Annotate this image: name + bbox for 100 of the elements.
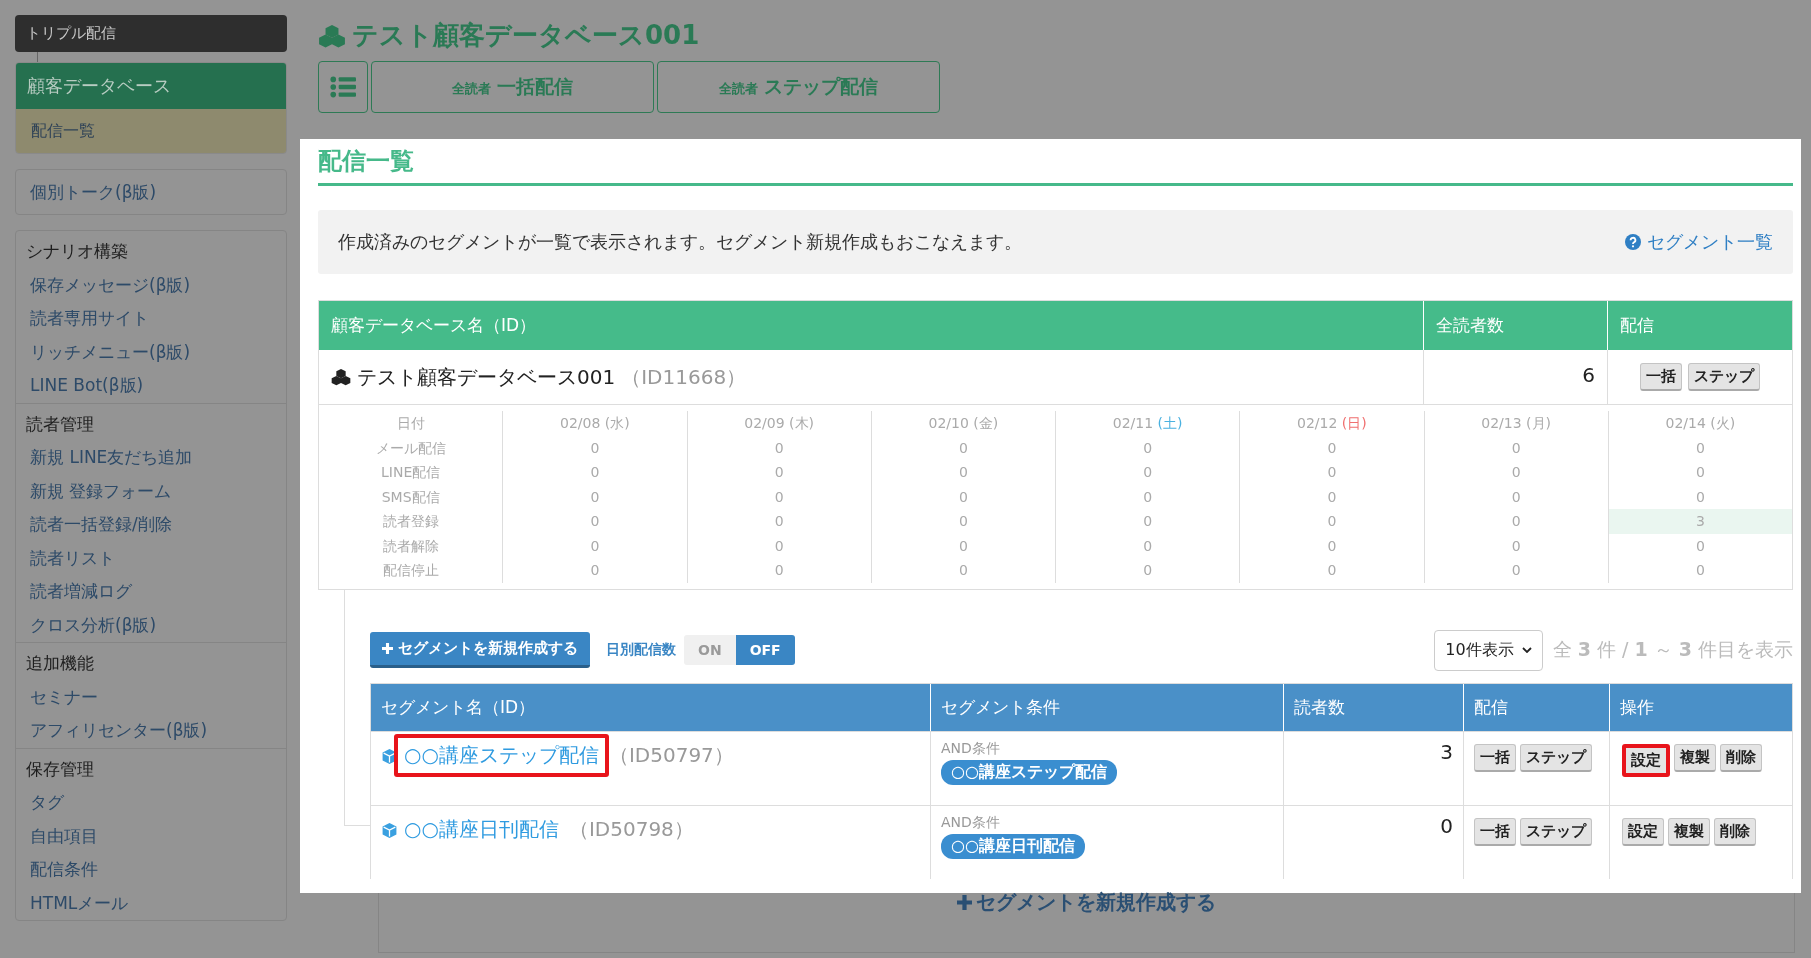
sidebar-item[interactable]: 新規 登録フォーム bbox=[16, 474, 286, 508]
table-cell-text: 0 bbox=[957, 536, 969, 556]
sidebar-item[interactable]: アフィリセンター(β版) bbox=[16, 714, 286, 748]
sidebar-item[interactable]: 自由項目 bbox=[16, 819, 286, 853]
sidebar-item[interactable]: 読者増減ログ bbox=[16, 575, 286, 609]
table-cell-text: 0 bbox=[773, 512, 785, 531]
off-toggle[interactable]: OFF bbox=[735, 635, 795, 665]
action-button[interactable]: 複製 bbox=[1674, 743, 1716, 772]
table-cell-text: 0 bbox=[957, 463, 969, 482]
row-header: SMS配信 bbox=[380, 487, 441, 507]
database-id: （ID11668） bbox=[621, 363, 747, 391]
on-toggle[interactable]: ON bbox=[684, 635, 736, 665]
info-text: 作成済みのセグメントが一覧で表示されます。セグメント新規作成もおこなえます。 bbox=[338, 230, 1022, 254]
new-segment-link[interactable]: セグメントを新規作成する bbox=[957, 888, 1216, 916]
row-header: メール配信 bbox=[374, 438, 447, 458]
column-header: セグメント名（ID） bbox=[380, 695, 537, 719]
table-cell-text: 0 bbox=[773, 536, 785, 556]
segment-link[interactable]: ○○講座日刊配信 bbox=[394, 807, 569, 851]
toggle-label: 日別配信数 bbox=[606, 641, 676, 659]
delivery-button[interactable]: 一括 bbox=[1474, 817, 1516, 846]
sidebar-item[interactable]: 読者専用サイト bbox=[16, 302, 286, 336]
condition-tag: ○○講座日刊配信 bbox=[941, 833, 1085, 859]
date-header: 02/10 (金) bbox=[927, 414, 1000, 433]
sidebar-item[interactable]: 配信一覧 bbox=[16, 109, 286, 153]
plus-icon bbox=[957, 894, 972, 910]
table-cell-text: 0 bbox=[589, 561, 601, 580]
table-cell-text: 0 bbox=[1142, 463, 1154, 482]
action-button[interactable]: 複製 bbox=[1668, 817, 1710, 846]
table-cell-text: 0 bbox=[957, 438, 969, 458]
date-header: 02/14 (火) bbox=[1664, 414, 1737, 433]
delivery-button[interactable]: ステップ bbox=[1688, 363, 1760, 391]
table-cell-text: 0 bbox=[589, 463, 601, 482]
table-cell-text: 0 bbox=[1510, 536, 1522, 556]
table-cell: 3 bbox=[1608, 509, 1792, 534]
date-header: 02/08 (水) bbox=[559, 414, 631, 433]
column-header: 配信 bbox=[1607, 301, 1792, 350]
sidebar-item[interactable]: クロス分析(β版) bbox=[16, 608, 286, 642]
delivery-button[interactable]: 全読者 ステップ配信 bbox=[657, 61, 940, 113]
table-cell-text: 0 bbox=[957, 561, 969, 580]
segment-id: （ID50797） bbox=[608, 741, 734, 769]
segment-link[interactable]: ○○講座ステップ配信 bbox=[394, 733, 609, 777]
help-link[interactable]: セグメント一覧 bbox=[1625, 230, 1773, 254]
table-cell-text: 0 bbox=[589, 512, 601, 531]
sidebar-heading: 読者管理 bbox=[25, 412, 95, 436]
caret-icon bbox=[1521, 647, 1532, 653]
page-size-select[interactable]: 10件表示 bbox=[1434, 629, 1543, 671]
action-button[interactable]: 削除 bbox=[1714, 817, 1756, 846]
action-button[interactable]: 削除 bbox=[1720, 743, 1762, 772]
table-cell-text: 0 bbox=[1142, 561, 1154, 580]
table-cell-text: 0 bbox=[957, 512, 969, 531]
sidebar-item[interactable]: HTMLメール bbox=[16, 886, 286, 920]
condition-tag: ○○講座ステップ配信 bbox=[941, 759, 1117, 785]
cube-icon bbox=[381, 821, 398, 839]
table-cell-text: 0 bbox=[1326, 536, 1338, 556]
sidebar-item[interactable]: リッチメニュー(β版) bbox=[16, 335, 286, 369]
reader-count: 3 bbox=[1440, 739, 1453, 764]
delivery-button[interactable]: 一括 bbox=[1640, 363, 1682, 391]
table-cell-text: 0 bbox=[1326, 561, 1338, 580]
table-cell-text: 0 bbox=[773, 487, 785, 507]
sidebar-group[interactable]: 顧客データベース bbox=[16, 63, 286, 109]
sidebar-item[interactable]: タグ bbox=[16, 786, 286, 820]
column-header: セグメント条件 bbox=[930, 683, 1283, 731]
segment-id: （ID50798） bbox=[568, 815, 694, 843]
delivery-button[interactable]: ステップ bbox=[1520, 743, 1592, 772]
table-cell-text: 0 bbox=[1326, 438, 1338, 458]
sidebar-item[interactable]: 保存メッセージ(β版) bbox=[16, 268, 286, 302]
plus-icon bbox=[382, 643, 393, 654]
help-icon bbox=[1625, 234, 1641, 250]
delivery-button[interactable]: 全読者 一括配信 bbox=[371, 61, 654, 113]
sidebar-item[interactable]: 読者リスト bbox=[16, 541, 286, 575]
table-cell-text: 0 bbox=[1694, 438, 1706, 458]
action-button[interactable]: 設定 bbox=[1622, 743, 1670, 777]
delivery-button[interactable]: 一括 bbox=[1474, 743, 1516, 772]
table-cell-text: 0 bbox=[1694, 487, 1706, 507]
pagination-text: 全 3 件 / 1 ～ 3 件目を表示 bbox=[1552, 637, 1793, 662]
new-segment-button[interactable]: セグメントを新規作成する bbox=[370, 632, 590, 668]
sidebar-item[interactable]: LINE Bot(β版) bbox=[16, 369, 286, 403]
table-cell-text: 0 bbox=[957, 487, 969, 507]
column-header: 読者数 bbox=[1283, 683, 1463, 731]
table-cell-text: 0 bbox=[1326, 512, 1338, 531]
sidebar-item[interactable]: 新規 LINE友だち追加 bbox=[16, 441, 286, 475]
sidebar-item[interactable]: 配信条件 bbox=[16, 853, 286, 887]
row-header: LINE配信 bbox=[380, 463, 442, 482]
date-header: 02/13 (月) bbox=[1480, 414, 1552, 433]
column-header: 全読者数 bbox=[1423, 301, 1607, 350]
delivery-button[interactable]: ステップ bbox=[1520, 817, 1592, 846]
condition-label: AND条件 bbox=[941, 813, 1000, 832]
action-button[interactable]: 設定 bbox=[1622, 817, 1664, 846]
column-header: 操作 bbox=[1609, 683, 1792, 731]
table-cell-text: 0 bbox=[1510, 561, 1522, 580]
sidebar-heading: 保存管理 bbox=[25, 757, 95, 781]
section-title: 配信一覧 bbox=[318, 143, 1793, 186]
sidebar-item[interactable]: 読者一括登録/削除 bbox=[16, 508, 286, 542]
sidebar-item[interactable]: セミナー bbox=[16, 680, 286, 714]
list-button[interactable] bbox=[318, 61, 368, 113]
date-header: 02/09 (木) bbox=[743, 414, 815, 433]
app-brand[interactable]: トリプル配信 bbox=[15, 15, 287, 52]
date-header: 02/12 (日) bbox=[1296, 414, 1368, 433]
row-header: 読者解除 bbox=[381, 536, 440, 556]
table-cell-text: 0 bbox=[1510, 438, 1522, 458]
